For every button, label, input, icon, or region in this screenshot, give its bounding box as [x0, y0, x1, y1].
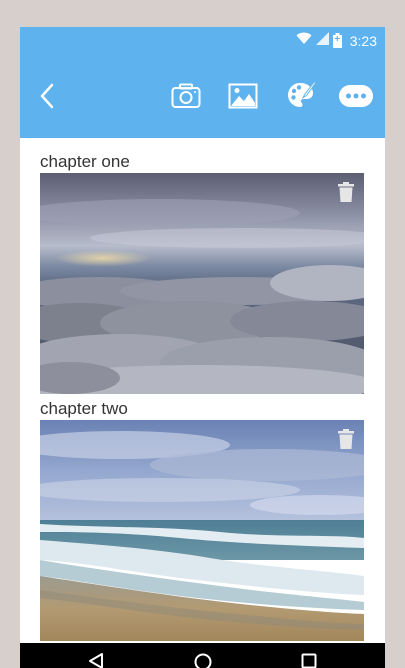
- nav-home-button[interactable]: [194, 653, 212, 668]
- cloudscape-photo[interactable]: [40, 173, 364, 394]
- chapter-list: chapter one chapter two: [20, 138, 385, 643]
- more-button[interactable]: [338, 80, 374, 112]
- recents-square-icon: [301, 653, 317, 668]
- palette-button[interactable]: [283, 76, 319, 114]
- home-circle-icon: [194, 653, 212, 668]
- nav-recents-button[interactable]: [301, 653, 317, 668]
- wifi-icon: [296, 32, 312, 50]
- signal-icon: [315, 31, 329, 50]
- chapter-item: chapter two: [40, 398, 364, 641]
- delete-button[interactable]: [336, 180, 356, 204]
- image-icon: [228, 83, 258, 109]
- chapter-title[interactable]: chapter two: [40, 398, 364, 420]
- phone-screen: + 3:23 chapter one chapter two: [20, 27, 385, 668]
- delete-button[interactable]: [336, 427, 356, 451]
- chapter-title[interactable]: chapter one: [40, 151, 364, 173]
- back-arrow-icon: [40, 83, 54, 109]
- camera-button[interactable]: [168, 78, 204, 114]
- status-time: 3:23: [349, 32, 377, 49]
- palette-icon: [288, 80, 316, 107]
- app-toolbar: [20, 54, 385, 138]
- nav-back-button[interactable]: [88, 653, 104, 668]
- trash-icon: [338, 429, 354, 449]
- trash-icon: [338, 182, 354, 202]
- beach-waves-photo[interactable]: [40, 420, 364, 641]
- back-button[interactable]: [32, 81, 62, 111]
- navigation-bar: [20, 643, 385, 668]
- status-bar: + 3:23: [20, 27, 385, 54]
- battery-charging-icon: +: [332, 33, 342, 48]
- battery-symbol: +: [334, 34, 341, 45]
- camera-icon: [171, 83, 201, 108]
- chapter-item: chapter one: [40, 151, 364, 394]
- back-triangle-icon: [89, 653, 103, 668]
- status-icons: + 3:23: [296, 31, 377, 50]
- image-button[interactable]: [225, 78, 261, 114]
- more-icon: [339, 85, 373, 107]
